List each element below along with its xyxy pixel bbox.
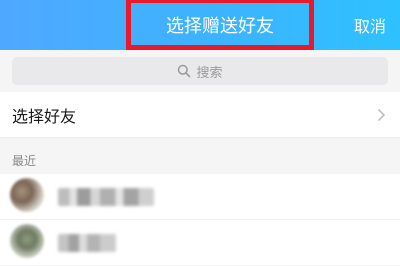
recent-section-header: 最近 [0,138,400,174]
blurred-contact-name [58,234,116,252]
search-icon [178,64,191,78]
choose-friends-row[interactable]: 选择好友 [0,92,400,138]
title-highlight-box [126,0,314,50]
avatar [10,224,44,258]
search-placeholder: 搜索 [196,65,223,81]
search-input[interactable]: 搜索 [12,57,388,85]
list-item[interactable] [0,174,400,220]
cancel-button[interactable]: 取消 [354,0,386,50]
avatar [10,178,44,212]
chevron-right-icon [377,108,386,122]
list-item[interactable] [0,220,400,266]
search-area: 搜索 [0,50,400,92]
blurred-contact-name [58,188,154,206]
choose-friends-label: 选择好友 [12,106,77,126]
recent-section-label: 最近 [12,154,37,168]
